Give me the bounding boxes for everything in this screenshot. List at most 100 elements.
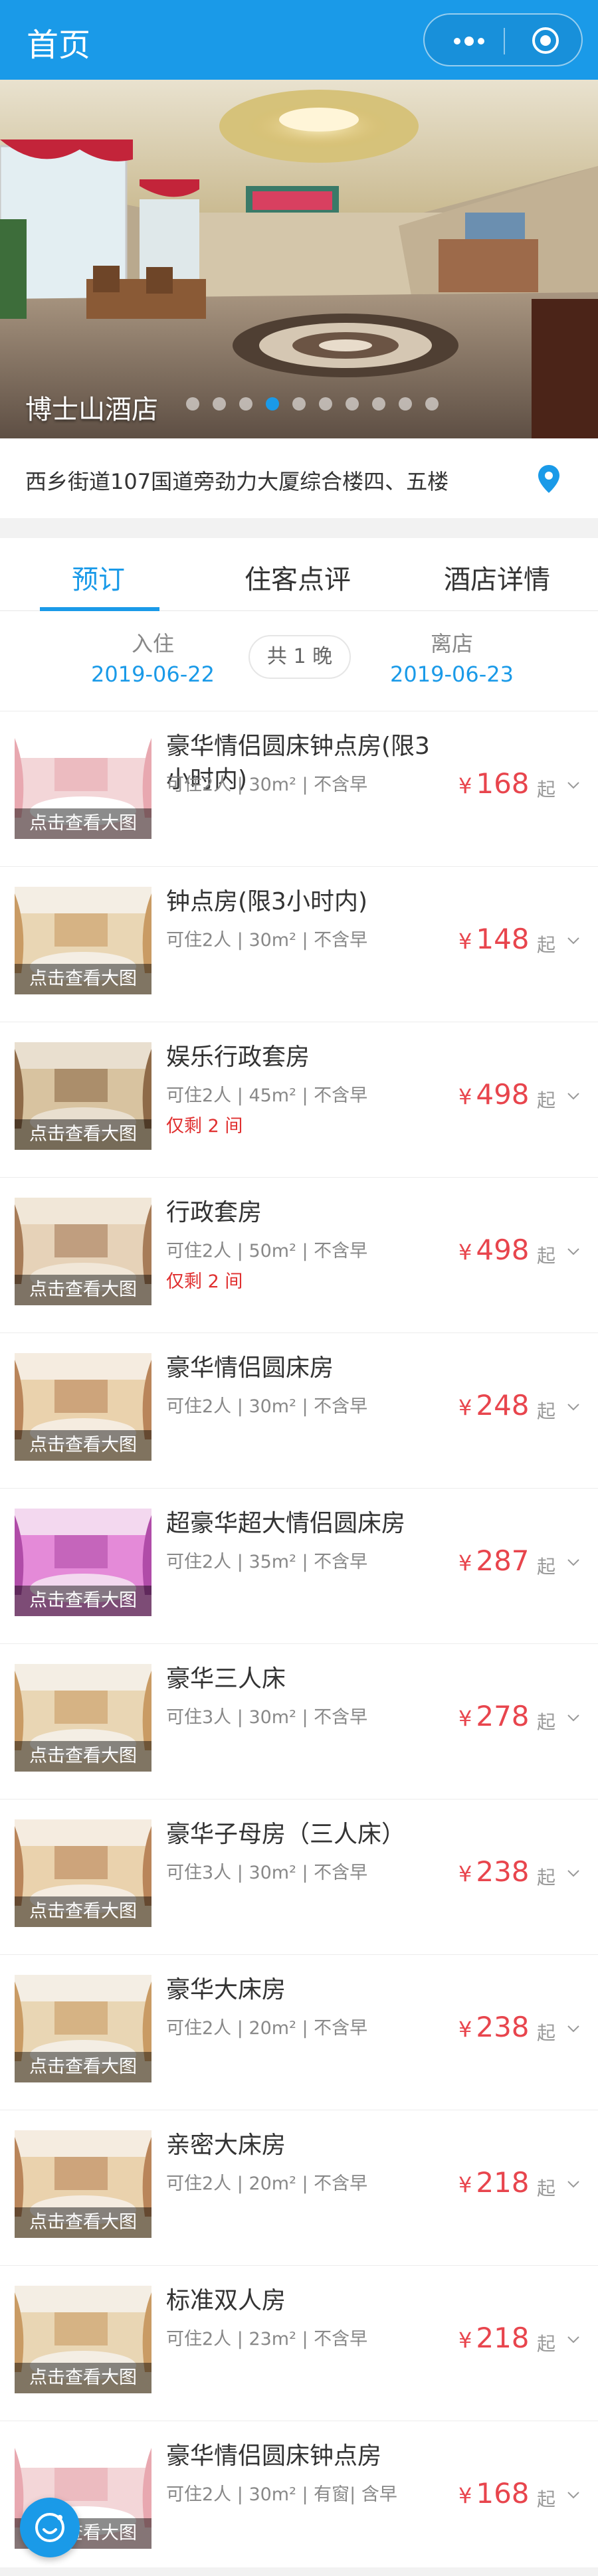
price-value: 218 — [476, 2166, 530, 2199]
currency-symbol: ¥ — [458, 1395, 472, 1420]
room-price[interactable]: ¥278 — [458, 1700, 530, 1732]
room-name: 标准双人房 — [166, 2287, 286, 2314]
carousel-dot[interactable] — [239, 397, 252, 411]
view-photo-caption: 点击查看大图 — [15, 1586, 151, 1616]
checkout-date[interactable]: 2019-06-23 — [352, 662, 551, 687]
checkout-label: 离店 — [430, 631, 473, 656]
room-photo[interactable]: 点击查看大图 — [15, 1042, 151, 1150]
room-price[interactable]: ¥168 — [458, 2477, 530, 2510]
room-price[interactable]: ¥218 — [458, 2322, 530, 2354]
chevron-down-icon[interactable] — [566, 1866, 581, 1881]
chevron-down-icon[interactable] — [566, 2332, 581, 2347]
date-selector[interactable]: 入住 2019-06-22 共 1 晚 离店 2019-06-23 — [0, 611, 598, 711]
room-row[interactable]: 点击查看大图 豪华情侣圆床钟点房(限3小时内) 可住2人 | 30m² | 不含早 ¥… — [0, 711, 598, 866]
chevron-down-icon[interactable] — [566, 2488, 581, 2502]
currency-symbol: ¥ — [458, 1240, 472, 1265]
address-row[interactable]: 西乡街道107国道旁劲力大厦综合楼四、五楼 — [0, 438, 598, 518]
room-row[interactable]: 点击查看大图 亲密大床房 可住2人 | 20m² | 不含早 ¥218 起 — [0, 2110, 598, 2265]
chevron-down-icon[interactable] — [566, 1400, 581, 1414]
room-photo[interactable]: 点击查看大图 — [15, 731, 151, 839]
room-price[interactable]: ¥238 — [458, 1855, 530, 1888]
room-list: 点击查看大图 豪华情侣圆床钟点房(限3小时内) 可住2人 | 30m² | 不含早 ¥… — [0, 711, 598, 2567]
price-value: 218 — [476, 2322, 530, 2354]
room-info: 可住2人 | 20m² | 不含早 — [166, 2173, 368, 2194]
room-price[interactable]: ¥238 — [458, 2011, 530, 2043]
room-row[interactable]: 点击查看大图 豪华情侣圆床钟点房 可住2人 | 30m² | 有窗| 含早 ¥168 起 — [0, 2421, 598, 2576]
room-photo[interactable]: 点击查看大图 — [15, 1664, 151, 1772]
room-price[interactable]: ¥498 — [458, 1234, 530, 1266]
room-price[interactable]: ¥218 — [458, 2166, 530, 2199]
view-photo-caption: 点击查看大图 — [15, 1896, 151, 1927]
room-row[interactable]: 点击查看大图 钟点房(限3小时内) 可住2人 | 30m² | 不含早 ¥148 起 — [0, 866, 598, 1022]
room-photo[interactable]: 点击查看大图 — [15, 1975, 151, 2082]
view-photo-caption: 点击查看大图 — [15, 1119, 151, 1150]
room-row[interactable]: 点击查看大图 豪华情侣圆床房 可住2人 | 30m² | 不含早 ¥248 起 — [0, 1333, 598, 1488]
chevron-down-icon[interactable] — [566, 933, 581, 948]
room-photo[interactable]: 点击查看大图 — [15, 1198, 151, 1305]
carousel-dot[interactable] — [266, 397, 279, 411]
carousel-dot[interactable] — [425, 397, 439, 411]
room-info: 可住2人 | 50m² | 不含早 — [166, 1241, 368, 1261]
price-from-label: 起 — [537, 1711, 556, 1733]
room-photo[interactable]: 点击查看大图 — [15, 1509, 151, 1616]
room-row[interactable]: 点击查看大图 超豪华超大情侣圆床房 可住2人 | 35m² | 不含早 ¥287 起 — [0, 1488, 598, 1643]
room-row[interactable]: 点击查看大图 标准双人房 可住2人 | 23m² | 不含早 ¥218 起 — [0, 2265, 598, 2421]
price-value: 238 — [476, 1855, 530, 1888]
room-row[interactable]: 点击查看大图 娱乐行政套房 可住2人 | 45m² | 不含早 仅剩 2 间 ¥498 起 — [0, 1022, 598, 1177]
room-price[interactable]: ¥498 — [458, 1078, 530, 1111]
price-from-label: 起 — [537, 1867, 556, 1888]
room-photo[interactable]: 点击查看大图 — [15, 2130, 151, 2238]
room-name: 娱乐行政套房 — [166, 1044, 310, 1071]
location-pin-icon[interactable] — [537, 464, 561, 494]
carousel-dot[interactable] — [213, 397, 226, 411]
room-info: 可住3人 | 30m² | 不含早 — [166, 1707, 368, 1728]
price-from-label: 起 — [537, 2177, 556, 2199]
chevron-down-icon[interactable] — [566, 1244, 581, 1259]
room-photo[interactable]: 点击查看大图 — [15, 2286, 151, 2393]
carousel-dot[interactable] — [186, 397, 199, 411]
tab-guest-reviews[interactable]: 住客点评 — [245, 558, 351, 597]
chevron-down-icon[interactable] — [566, 2021, 581, 2036]
room-price[interactable]: ¥168 — [458, 767, 530, 800]
room-info: 可住2人 | 30m² | 有窗| 含早 — [166, 2484, 397, 2505]
currency-symbol: ¥ — [458, 929, 472, 954]
hotel-photo-carousel[interactable]: 博士山酒店 — [0, 80, 598, 438]
room-row[interactable]: 点击查看大图 豪华子母房（三人床） 可住3人 | 30m² | 不含早 ¥238 起 — [0, 1799, 598, 1954]
carousel-dot[interactable] — [319, 397, 332, 411]
price-from-label: 起 — [537, 2022, 556, 2044]
checkin-date[interactable]: 2019-06-22 — [53, 662, 252, 687]
room-row[interactable]: 点击查看大图 行政套房 可住2人 | 50m² | 不含早 仅剩 2 间 ¥498 起 — [0, 1177, 598, 1333]
room-photo[interactable]: 点击查看大图 — [15, 1353, 151, 1461]
chevron-down-icon[interactable] — [566, 2177, 581, 2191]
price-value: 287 — [476, 1544, 530, 1577]
rooms-left-badge: 仅剩 2 间 — [166, 1271, 243, 1292]
chevron-down-icon[interactable] — [566, 1555, 581, 1570]
customer-service-button[interactable] — [20, 2498, 80, 2557]
room-name: 行政套房 — [166, 1199, 262, 1226]
target-close-icon[interactable] — [531, 26, 560, 55]
room-info: 可住2人 | 45m² | 不含早 — [166, 1085, 368, 1106]
room-price[interactable]: ¥148 — [458, 923, 530, 955]
room-price[interactable]: ¥248 — [458, 1389, 530, 1422]
tab-hotel-details[interactable]: 酒店详情 — [444, 558, 550, 597]
room-photo[interactable]: 点击查看大图 — [15, 1819, 151, 1927]
price-value: 278 — [476, 1700, 530, 1732]
tab-bar: 预订 住客点评 酒店详情 — [0, 538, 598, 611]
room-photo[interactable]: 点击查看大图 — [15, 887, 151, 994]
room-row[interactable]: 点击查看大图 豪华三人床 可住3人 | 30m² | 不含早 ¥278 起 — [0, 1643, 598, 1799]
room-info: 可住2人 | 35m² | 不含早 — [166, 1552, 368, 1572]
chevron-down-icon[interactable] — [566, 1089, 581, 1103]
chevron-down-icon[interactable] — [566, 1710, 581, 1725]
view-photo-caption: 点击查看大图 — [15, 2363, 151, 2393]
carousel-dot[interactable] — [292, 397, 306, 411]
more-dots-icon[interactable] — [450, 32, 490, 50]
room-info: 可住3人 | 30m² | 不含早 — [166, 1863, 368, 1883]
chevron-down-icon[interactable] — [566, 778, 581, 792]
tab-booking[interactable]: 预订 — [72, 558, 125, 597]
room-row[interactable]: 点击查看大图 豪华大床房 可住2人 | 20m² | 不含早 ¥238 起 — [0, 1954, 598, 2110]
room-price[interactable]: ¥287 — [458, 1544, 530, 1577]
carousel-dot[interactable] — [399, 397, 412, 411]
carousel-dot[interactable] — [346, 397, 359, 411]
carousel-dot[interactable] — [372, 397, 385, 411]
price-from-label: 起 — [537, 934, 556, 956]
